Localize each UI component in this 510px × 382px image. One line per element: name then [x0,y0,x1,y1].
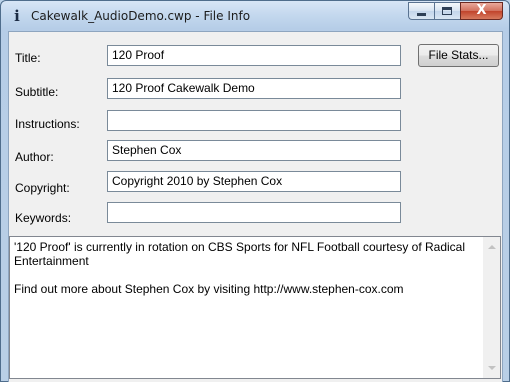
title-bar[interactable]: i Cakewalk_AudioDemo.cwp - File Info X [1,1,509,31]
maximize-button[interactable] [434,2,460,20]
minimize-button[interactable] [408,2,434,20]
keywords-label: Keywords: [15,211,72,225]
close-icon: X [476,3,487,18]
window-title: Cakewalk_AudioDemo.cwp - File Info [31,9,251,23]
subtitle-label: Subtitle: [15,85,59,99]
file-info-window: i Cakewalk_AudioDemo.cwp - File Info X T… [0,0,510,382]
vertical-scrollbar[interactable] [483,237,500,378]
subtitle-field[interactable]: 120 Proof Cakewalk Demo [107,78,401,99]
keywords-field[interactable] [107,202,401,223]
maximize-icon [442,7,452,15]
author-field[interactable]: Stephen Cox [107,140,401,161]
caption-buttons: X [408,2,503,21]
author-label: Author: [15,150,54,164]
info-icon: i [14,7,20,25]
copyright-label: Copyright: [15,181,70,195]
title-label: Title: [15,51,41,65]
instructions-label: Instructions: [15,117,80,131]
copyright-field[interactable]: Copyright 2010 by Stephen Cox [107,171,401,192]
notes-line: '120 Proof' is currently in rotation on … [14,240,466,268]
dialog-body: Title: 120 Proof Subtitle: 120 Proof Cak… [8,31,503,382]
instructions-field[interactable] [107,110,401,131]
minimize-icon [417,13,426,16]
notes-line: Find out more about Stephen Cox by visit… [14,282,404,296]
scroll-down-icon[interactable] [488,366,496,370]
file-stats-button[interactable]: File Stats... [418,44,499,67]
notes-textarea[interactable]: '120 Proof' is currently in rotation on … [9,236,501,379]
notes-content: '120 Proof' is currently in rotation on … [14,240,474,296]
scroll-up-icon[interactable] [488,245,496,249]
title-field[interactable]: 120 Proof [107,45,401,66]
close-button[interactable]: X [460,2,503,20]
